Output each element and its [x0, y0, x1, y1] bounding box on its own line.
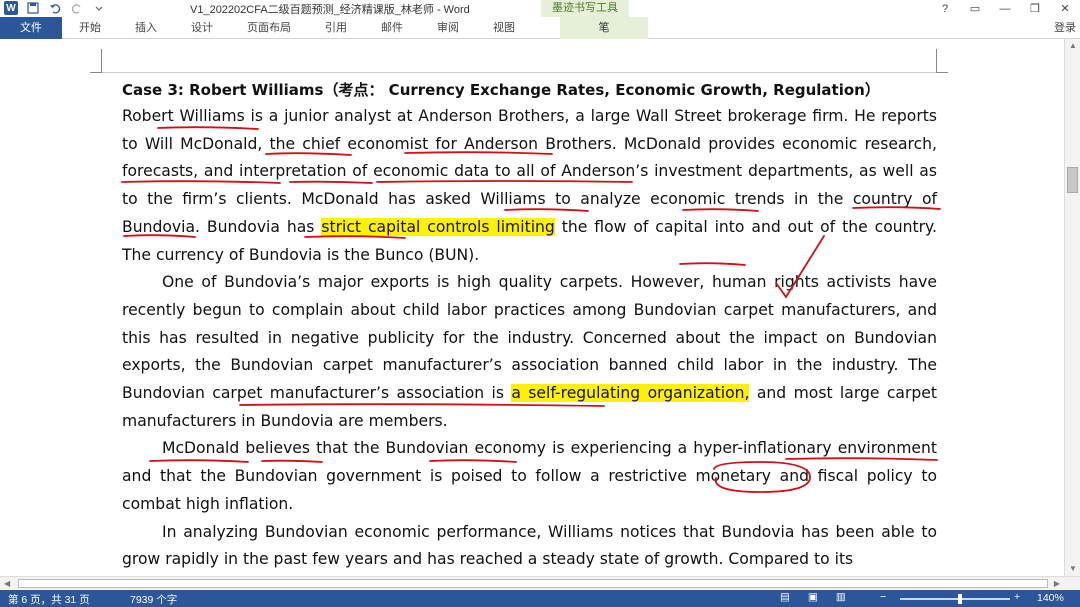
zoom-slider[interactable] — [900, 598, 1010, 600]
vertical-scroll-thumb[interactable] — [1067, 167, 1078, 193]
login-link[interactable]: 登录 — [1054, 17, 1076, 39]
horizontal-scroll-thumb[interactable] — [18, 579, 1048, 588]
document-body[interactable]: Case 3: Robert Williams（考点： Currency Exc… — [122, 77, 937, 574]
print-layout-icon[interactable]: ▣ — [808, 591, 818, 603]
close-icon[interactable]: ✕ — [1050, 0, 1080, 17]
tab-home[interactable]: 开始 — [62, 17, 118, 39]
zoom-slider-knob[interactable] — [958, 594, 962, 604]
ribbon: 文件 开始 插入 设计 页面布局 引用 邮件 审阅 视图 笔 登录 — [0, 17, 1080, 39]
zoom-level[interactable]: 140% — [1037, 592, 1064, 604]
title-bar: W V1_202202CFA二级百题预测_经济精课版_林老师 - Word 墨迹… — [0, 0, 1080, 17]
help-button[interactable]: ? — [930, 0, 960, 17]
paragraph-4: In analyzing Bundovian economic performa… — [122, 522, 937, 569]
scroll-down-icon[interactable]: ▼ — [1065, 562, 1080, 576]
highlight-self-regulating: a self-regulating organization, — [511, 384, 750, 403]
tab-review[interactable]: 审阅 — [420, 17, 476, 39]
page-top-edge — [102, 72, 936, 73]
word-logo-icon: W — [4, 1, 18, 15]
paragraph-3: McDonald believes that the Bundovian eco… — [122, 439, 937, 513]
document-workspace[interactable]: Case 3: Robert Williams（考点： Currency Exc… — [0, 39, 1064, 576]
paragraph-1-text-a: Robert Williams is a junior analyst at A… — [122, 107, 937, 236]
tab-file[interactable]: 文件 — [0, 17, 62, 39]
tab-pen[interactable]: 笔 — [560, 17, 648, 39]
paragraph-1: Robert Williams is a junior analyst at A… — [122, 103, 937, 269]
window-title: V1_202202CFA二级百题预测_经济精课版_林老师 - Word — [190, 4, 470, 16]
web-layout-icon[interactable]: ▥ — [836, 591, 846, 603]
paragraph-2: One of Bundovia’s major exports is high … — [122, 269, 937, 435]
ribbon-tabs: 开始 插入 设计 页面布局 引用 邮件 审阅 视图 笔 — [62, 17, 648, 39]
view-buttons: ▤ ▣ ▥ — [780, 591, 846, 603]
tab-page-layout[interactable]: 页面布局 — [230, 17, 308, 39]
scroll-up-icon[interactable]: ▲ — [1065, 39, 1080, 53]
customize-toolbar-icon[interactable] — [92, 1, 106, 15]
ink-tools-header: 墨迹书写工具 — [541, 0, 629, 17]
redo-icon[interactable] — [70, 1, 84, 15]
word-count[interactable]: 7939 个字 — [130, 592, 177, 607]
restore-icon[interactable]: ❐ — [1020, 0, 1050, 17]
highlight-capital-controls: strict capital controls limiting — [321, 217, 555, 236]
tab-mailings[interactable]: 邮件 — [364, 17, 420, 39]
tab-design[interactable]: 设计 — [174, 17, 230, 39]
zoom-in-icon[interactable]: + — [1014, 591, 1020, 603]
ribbon-display-icon[interactable]: ▭ — [960, 0, 990, 17]
read-mode-icon[interactable]: ▤ — [780, 591, 790, 603]
undo-icon[interactable] — [48, 1, 62, 15]
save-icon[interactable] — [26, 1, 40, 15]
page-count[interactable]: 第 6 页，共 31 页 — [8, 592, 90, 607]
status-bar: 第 6 页，共 31 页 7939 个字 ▤ ▣ ▥ − + 140% — [0, 590, 1080, 607]
minimize-icon[interactable]: — — [990, 0, 1020, 17]
margin-corner-right — [936, 49, 948, 73]
case-heading: Case 3: Robert Williams（考点： Currency Exc… — [122, 81, 880, 99]
horizontal-scrollbar[interactable]: ◀ ▶ — [0, 576, 1080, 590]
tab-references[interactable]: 引用 — [308, 17, 364, 39]
scroll-left-icon[interactable]: ◀ — [4, 577, 10, 591]
paragraph-2-text-a: One of Bundovia’s major exports is high … — [122, 273, 937, 403]
window-controls: ? ▭ — ❐ ✕ — [930, 0, 1080, 17]
vertical-scrollbar[interactable]: ▲ ▼ — [1064, 39, 1080, 576]
tab-insert[interactable]: 插入 — [118, 17, 174, 39]
margin-corner-left — [90, 49, 102, 73]
tab-view[interactable]: 视图 — [476, 17, 532, 39]
zoom-out-icon[interactable]: − — [880, 591, 886, 603]
scroll-right-icon[interactable]: ▶ — [1054, 577, 1060, 591]
quick-access-toolbar: W — [4, 1, 106, 15]
